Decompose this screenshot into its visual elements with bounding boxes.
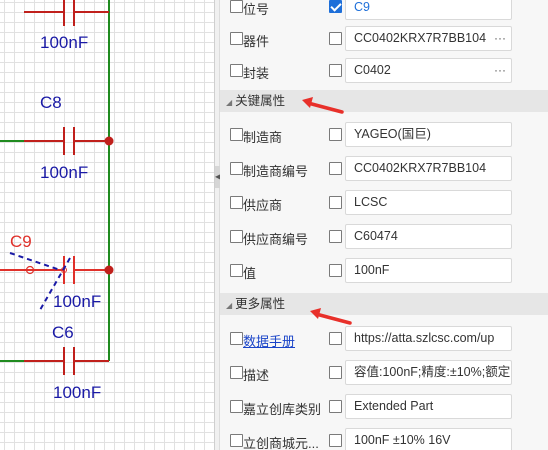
more-options-icon[interactable]: ··· — [494, 27, 506, 50]
property-label: 封装 — [243, 66, 270, 81]
row-checkbox[interactable] — [230, 332, 243, 345]
row-checkbox[interactable] — [230, 400, 243, 413]
property-row-device: 器件 CC0402KRX7R7BB104 ··· — [220, 22, 548, 55]
property-label: 立创商城元... — [243, 436, 319, 450]
property-label: 供应商编号 — [243, 232, 309, 247]
row-checkbox[interactable] — [230, 64, 243, 77]
property-row-manufacturer: 制造商 YAGEO(国巨) — [220, 118, 548, 151]
supplier-part-field[interactable]: C60474 — [345, 224, 512, 249]
annotation-arrow-icon — [302, 97, 344, 114]
property-label: 嘉立创库类别 — [243, 402, 322, 417]
lcsc-mall-visible-checkbox[interactable] — [329, 434, 342, 447]
property-label: 描述 — [243, 368, 270, 383]
datasheet-link[interactable]: 数据手册 — [243, 331, 295, 350]
schematic-drawing[interactable]: 100nF C8 100nF C9 100nF C6 100nF — [0, 0, 214, 450]
c9-ref: C9 — [10, 232, 32, 251]
device-value: CC0402KRX7R7BB104 — [354, 31, 487, 45]
property-row-footprint: 封装 C0402 ··· — [220, 54, 548, 87]
row-checkbox[interactable] — [230, 230, 243, 243]
datasheet-field[interactable]: https://atta.szlcsc.com/up — [345, 326, 512, 351]
description-visible-checkbox[interactable] — [329, 366, 342, 379]
datasheet-visible-checkbox[interactable] — [329, 332, 342, 345]
section-key-attributes[interactable]: ◢ 关键属性 — [220, 90, 548, 112]
cap-top-value: 100nF — [40, 33, 88, 52]
designator-visible-checkbox[interactable] — [329, 0, 342, 13]
manufacturer-visible-checkbox[interactable] — [329, 128, 342, 141]
capacitor-c6[interactable] — [24, 347, 109, 375]
section-more-attributes[interactable]: ◢ 更多属性 — [220, 293, 548, 315]
property-label: 制造商编号 — [243, 164, 309, 179]
value-field[interactable]: 100nF — [345, 258, 512, 283]
property-row-supplier: 供应商 LCSC — [220, 186, 548, 219]
property-label: 供应商 — [243, 198, 283, 213]
row-checkbox[interactable] — [230, 128, 243, 141]
property-row-lcsc-mall: 立创商城元... 100nF ±10% 16V — [220, 424, 548, 450]
supplier-part-visible-checkbox[interactable] — [329, 230, 342, 243]
schematic-canvas[interactable]: 100nF C8 100nF C9 100nF C6 100nF — [0, 0, 214, 450]
description-field[interactable]: 容值:100nF;精度:±10%;额定 — [345, 360, 512, 385]
property-row-datasheet: 数据手册 https://atta.szlcsc.com/up — [220, 322, 548, 355]
footprint-field[interactable]: C0402 ··· — [345, 58, 512, 83]
library-category-visible-checkbox[interactable] — [329, 400, 342, 413]
collapse-triangle-icon: ◢ — [226, 98, 233, 107]
capacitor-top[interactable] — [24, 0, 109, 26]
capacitor-c8[interactable] — [24, 127, 109, 155]
property-label: 位号 — [243, 2, 270, 17]
designator-field[interactable]: C9 — [345, 0, 512, 20]
device-field[interactable]: CC0402KRX7R7BB104 ··· — [345, 26, 512, 51]
property-row-supplier-part: 供应商编号 C60474 — [220, 220, 548, 253]
value-visible-checkbox[interactable] — [329, 264, 342, 277]
properties-panel: 位号 C9 器件 CC0402KRX7R7BB104 ··· 封装 C0402 … — [220, 0, 548, 450]
row-checkbox[interactable] — [230, 434, 243, 447]
library-category-field[interactable]: Extended Part — [345, 394, 512, 419]
manufacturer-part-visible-checkbox[interactable] — [329, 162, 342, 175]
lcsc-mall-field[interactable]: 100nF ±10% 16V — [345, 428, 512, 450]
section-title: 更多属性 — [235, 297, 286, 311]
row-checkbox[interactable] — [230, 366, 243, 379]
c8-ref: C8 — [40, 93, 62, 112]
junction-dot-c8 — [104, 136, 114, 146]
row-checkbox[interactable] — [230, 264, 243, 277]
device-visible-checkbox[interactable] — [329, 32, 342, 45]
c9-value: 100nF — [53, 292, 101, 311]
collapse-triangle-icon: ◢ — [226, 301, 233, 310]
property-row-description: 描述 容值:100nF;精度:±10%;额定 — [220, 356, 548, 389]
c6-value: 100nF — [53, 383, 101, 402]
row-checkbox[interactable] — [230, 32, 243, 45]
supplier-field[interactable]: LCSC — [345, 190, 512, 215]
row-checkbox[interactable] — [230, 196, 243, 209]
row-checkbox[interactable] — [230, 0, 243, 13]
property-row-value: 值 100nF — [220, 254, 548, 287]
row-checkbox[interactable] — [230, 162, 243, 175]
c6-ref: C6 — [52, 323, 74, 342]
property-label: 器件 — [243, 34, 270, 49]
section-title: 关键属性 — [235, 94, 286, 108]
manufacturer-field[interactable]: YAGEO(国巨) — [345, 122, 512, 147]
property-row-library-category: 嘉立创库类别 Extended Part — [220, 390, 548, 423]
property-label: 值 — [243, 266, 257, 281]
property-row-manufacturer-part: 制造商编号 CC0402KRX7R7BB104 — [220, 152, 548, 185]
junction-dot-c9 — [104, 265, 114, 275]
property-label: 制造商 — [243, 130, 283, 145]
property-row-designator: 位号 C9 — [220, 0, 548, 23]
manufacturer-part-field[interactable]: CC0402KRX7R7BB104 — [345, 156, 512, 181]
more-options-icon[interactable]: ··· — [494, 59, 506, 82]
supplier-visible-checkbox[interactable] — [329, 196, 342, 209]
c8-value: 100nF — [40, 163, 88, 182]
footprint-visible-checkbox[interactable] — [329, 64, 342, 77]
footprint-value: C0402 — [354, 63, 391, 77]
